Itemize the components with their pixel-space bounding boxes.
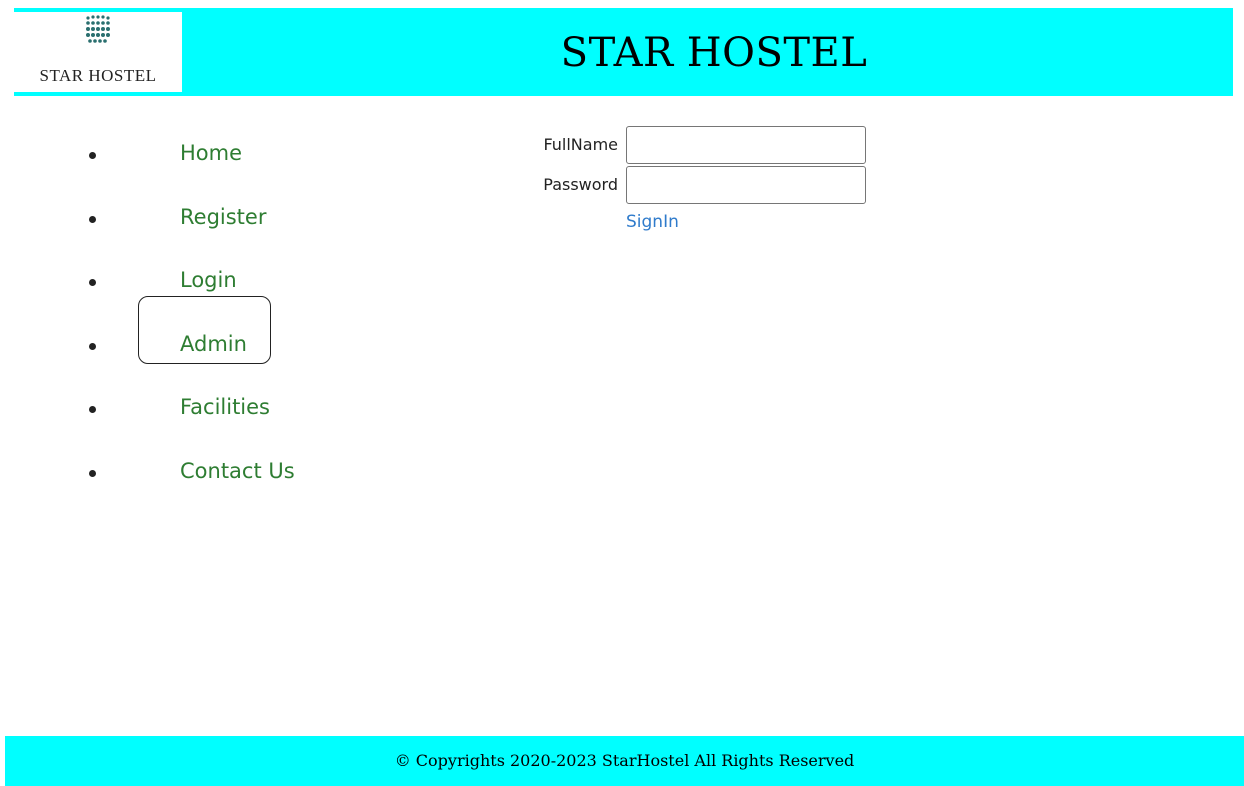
bullet-icon	[89, 406, 96, 413]
password-label: Password	[543, 175, 618, 194]
nav-link-facilities[interactable]: Facilities	[180, 395, 270, 419]
bullet-icon	[89, 469, 96, 477]
nav-link-register[interactable]: Register	[180, 205, 266, 229]
bullet-icon	[89, 279, 96, 286]
bullet-icon	[89, 152, 96, 159]
copyright-text: © Copyrights 2020-2023 StarHostel All Ri…	[394, 751, 855, 770]
nav-link-home[interactable]: Home	[180, 141, 242, 165]
fullname-label: FullName	[543, 135, 618, 154]
dot-grid-logo-icon	[86, 15, 110, 43]
logo-text: STAR HOSTEL	[39, 66, 157, 85]
nav-item-contact-us: Contact Us	[0, 442, 420, 506]
fullname-input[interactable]	[626, 126, 866, 164]
password-input[interactable]	[626, 166, 866, 204]
nav-item-home: Home	[0, 124, 420, 188]
nav-item-facilities: Facilities	[0, 378, 420, 442]
admin-highlight-box	[138, 296, 271, 364]
bullet-icon	[89, 342, 96, 350]
site-title: STAR HOSTEL	[560, 30, 868, 76]
nav-item-register: Register	[0, 188, 420, 252]
bullet-icon	[89, 215, 96, 223]
footer-bar: © Copyrights 2020-2023 StarHostel All Ri…	[5, 736, 1244, 786]
nav-link-contact-us[interactable]: Contact Us	[180, 459, 295, 483]
logo[interactable]: STAR HOSTEL	[14, 12, 182, 92]
nav-link-login[interactable]: Login	[180, 268, 237, 292]
header-bar: STAR HOSTEL	[14, 8, 1233, 96]
page: STAR HOSTEL STAR HOSTEL Home Register Lo…	[0, 0, 1244, 786]
signin-link[interactable]: SignIn	[626, 212, 679, 232]
